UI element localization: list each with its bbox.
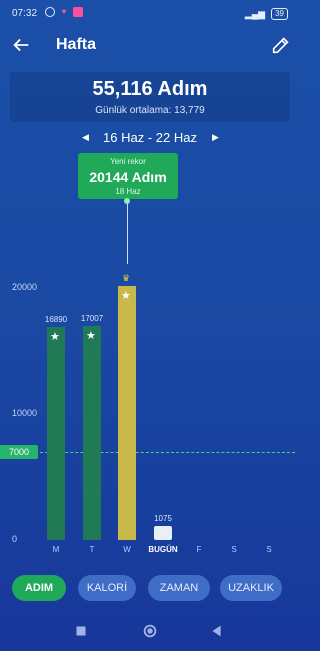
- y-tick-label: 0: [12, 534, 18, 544]
- x-tick-label: S: [231, 545, 237, 554]
- system-nav-bar: [0, 620, 300, 644]
- goal-star-icon: ★: [50, 331, 60, 344]
- metric-tabs: ADIM KALORİ ZAMAN UZAKLIK: [0, 575, 300, 601]
- tooltip-anchor-dot: [124, 198, 130, 204]
- goal-star-icon: ★: [86, 329, 96, 342]
- total-steps: 55,116 Adım: [92, 78, 208, 100]
- x-tick-label: W: [123, 545, 131, 554]
- recent-apps-icon[interactable]: [72, 622, 90, 640]
- edit-pencil-icon[interactable]: [270, 34, 292, 56]
- steps-bar-chart: 20000 10000 0 7000 ★ 16890 ★ 17007 ★ ♛ 1075: [0, 260, 300, 560]
- home-icon[interactable]: [141, 622, 159, 640]
- goal-star-icon: ★: [121, 290, 131, 303]
- week-range-label: 16 Haz - 22 Haz: [103, 130, 197, 145]
- status-indicators: ▂▄▆ 39: [245, 8, 288, 20]
- status-notification-icons: ♥: [45, 7, 83, 17]
- page-title: Hafta: [56, 36, 97, 53]
- bar-value-label: 1075: [154, 514, 172, 523]
- status-time: 07:32: [12, 8, 38, 19]
- tab-2[interactable]: ZAMAN: [148, 575, 210, 601]
- alarm-icon: [45, 7, 55, 17]
- tab-3[interactable]: UZAKLIK: [220, 575, 282, 601]
- x-tick-label: M: [52, 545, 60, 554]
- tab-1[interactable]: KALORİ: [78, 575, 136, 601]
- record-date: 18 Haz: [115, 187, 141, 196]
- y-tick-label: 20000: [12, 282, 38, 292]
- tab-0[interactable]: ADIM: [12, 575, 66, 601]
- x-tick-label: S: [266, 545, 272, 554]
- next-week-icon[interactable]: ▶: [212, 132, 219, 143]
- daily-average: Günlük ortalama: 13,779: [95, 105, 205, 116]
- record-value: 20144 Adım: [89, 169, 167, 185]
- bar-value-label: 17007: [80, 313, 104, 323]
- bar-2[interactable]: ★: [118, 286, 136, 540]
- y-tick-label: 10000: [12, 408, 38, 418]
- weekly-summary-card: 55,116 Adım Günlük ortalama: 13,779: [10, 72, 290, 122]
- signal-icon: ▂▄▆: [244, 8, 266, 19]
- status-bar: 07:32 ♥ ▂▄▆ 39: [0, 0, 300, 28]
- x-tick-label: T: [89, 545, 95, 554]
- goal-line: [40, 451, 295, 453]
- battery-icon: 39: [271, 8, 288, 20]
- app-notification-icon: [73, 7, 83, 17]
- bar-0[interactable]: ★: [47, 327, 65, 540]
- bar-1[interactable]: ★: [83, 325, 101, 540]
- goal-badge: 7000: [0, 444, 38, 459]
- x-tick-label: BUGÜN: [148, 545, 178, 554]
- app-bar: Hafta: [0, 28, 300, 64]
- bar-3[interactable]: [154, 526, 172, 540]
- week-navigator: ◀ 16 Haz - 22 Haz ▶: [0, 130, 300, 148]
- back-nav-icon[interactable]: [208, 622, 226, 640]
- heart-icon: ♥: [61, 7, 67, 16]
- back-arrow-icon[interactable]: [10, 34, 32, 56]
- tooltip-connector: [127, 200, 128, 264]
- bar-value-label: 16890: [44, 315, 68, 325]
- record-crown-icon: ♛: [122, 273, 131, 284]
- record-title: Yeni rekor: [110, 157, 146, 166]
- x-tick-label: F: [196, 545, 202, 554]
- record-tooltip: Yeni rekor 20144 Adım 18 Haz: [78, 153, 178, 199]
